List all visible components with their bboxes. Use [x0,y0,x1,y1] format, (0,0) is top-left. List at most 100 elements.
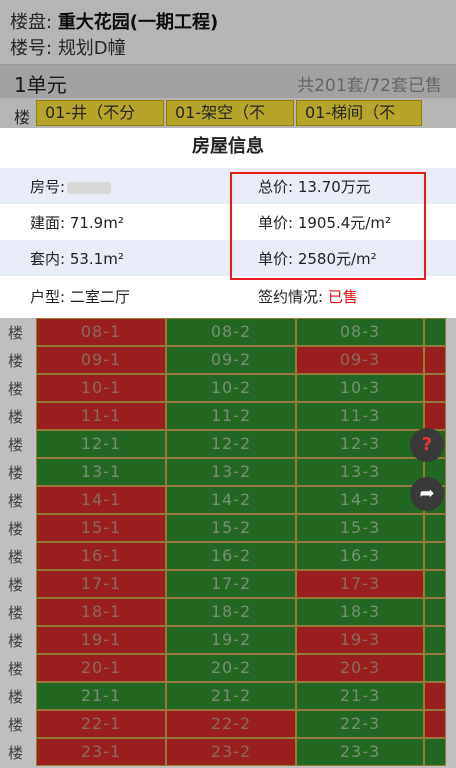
unit-cell-partial[interactable] [424,710,446,738]
unit-cell[interactable]: 22-3 [296,710,424,738]
unit-cell[interactable]: 13-2 [166,458,296,486]
unit-cell[interactable]: 14-2 [166,486,296,514]
unit-cell-partial[interactable] [424,738,446,766]
unit-cell[interactable]: 12-1 [36,430,166,458]
unit-cell[interactable]: 09-1 [36,346,166,374]
unit-cell-partial[interactable] [424,542,446,570]
unit-cell[interactable]: 14-3 [296,486,424,514]
building-name: 规划D幢 [57,38,126,59]
unit-cell-partial[interactable] [424,402,446,430]
unit-cell[interactable]: 21-2 [166,682,296,710]
floor-row: 楼 14-1 14-2 14-3 [0,486,456,514]
unit-cell[interactable]: 23-3 [296,738,424,766]
unit-cell[interactable]: 13-1 [36,458,166,486]
unit-grid: 楼 08-1 08-2 08-3 楼 09-1 09-2 09-3 楼 10-1 10-2 10-3 楼… [0,318,456,766]
floor-row: 楼 18-1 18-2 18-3 [0,598,456,626]
column-header-1[interactable]: 01-井（不分 [36,100,164,126]
unit-cell-partial[interactable] [424,570,446,598]
unit-cell[interactable]: 15-2 [166,514,296,542]
column-header-2[interactable]: 01-架空（不 [166,100,294,126]
unit-cell-partial[interactable] [424,682,446,710]
unit-cell[interactable]: 14-1 [36,486,166,514]
floor-label: 楼 [8,632,24,650]
floor-label: 楼 [8,604,24,622]
unit-cell[interactable]: 11-2 [166,402,296,430]
unit-cell[interactable]: 16-1 [36,542,166,570]
unit-cell[interactable]: 18-3 [296,598,424,626]
unit-cell[interactable]: 20-1 [36,654,166,682]
unit-cell[interactable]: 16-2 [166,542,296,570]
unit-cell[interactable]: 21-1 [36,682,166,710]
unit-cell[interactable]: 10-3 [296,374,424,402]
unit-cell[interactable]: 18-1 [36,598,166,626]
unit-bar[interactable]: 1单元 共201套/72套已售 [0,64,456,98]
floor-row: 楼 19-1 19-2 19-3 [0,626,456,654]
unit-cell[interactable]: 19-2 [166,626,296,654]
built-area: 建面: 71.9m² [30,214,124,232]
unit-cell[interactable]: 12-2 [166,430,296,458]
floor-label: 楼 [8,464,24,482]
unit-cell[interactable]: 09-3 [296,346,424,374]
floor-row: 楼 16-1 16-2 16-3 [0,542,456,570]
building-line: 楼号: 规划D幢 [10,34,126,60]
floor-column-label: 楼 [14,108,31,127]
room-number: 房号: [30,176,112,197]
question-icon: ? [421,434,433,455]
contract-status-value: 已售 [327,288,358,306]
unit-cell[interactable]: 18-2 [166,598,296,626]
unit-cell[interactable]: 19-1 [36,626,166,654]
unit-cell[interactable]: 15-1 [36,514,166,542]
unit-name[interactable]: 1单元 [14,69,67,98]
unit-cell[interactable]: 10-2 [166,374,296,402]
room-number-redacted [67,181,112,194]
unit-cell[interactable]: 16-3 [296,542,424,570]
unit-cell[interactable]: 23-2 [166,738,296,766]
column-header-3[interactable]: 01-梯间（不 [296,100,422,126]
unit-cell[interactable]: 21-3 [296,682,424,710]
unit-cell[interactable]: 23-1 [36,738,166,766]
unit-cell[interactable]: 17-3 [296,570,424,598]
unit-cell[interactable]: 09-2 [166,346,296,374]
unit-cell[interactable]: 20-3 [296,654,424,682]
dialog-title: 房屋信息 [192,136,264,157]
floor-label: 楼 [8,324,24,342]
unit-cell[interactable]: 10-1 [36,374,166,402]
floor-label: 楼 [8,744,24,762]
help-button[interactable]: ? [410,428,444,462]
room-label: 房号: [30,178,66,196]
floor-row: 楼 09-1 09-2 09-3 [0,346,456,374]
unit-cell[interactable]: 11-3 [296,402,424,430]
unit-cell[interactable]: 22-2 [166,710,296,738]
floor-row: 楼 08-1 08-2 08-3 [0,318,456,346]
floor-row: 楼 10-1 10-2 10-3 [0,374,456,402]
house-layout: 户型: 二室二厅 [30,288,130,306]
building-label: 楼号: [10,38,53,59]
unit-cell[interactable]: 19-3 [296,626,424,654]
unit-cell-partial[interactable] [424,654,446,682]
unit-cell-partial[interactable] [424,626,446,654]
unit-cell[interactable]: 22-1 [36,710,166,738]
share-arrow-icon: ➦ [419,483,435,504]
floor-label: 楼 [8,688,24,706]
unit-cell[interactable]: 08-3 [296,318,424,346]
floor-label: 楼 [8,380,24,398]
unit-cell[interactable]: 20-2 [166,654,296,682]
unit-cell[interactable]: 15-3 [296,514,424,542]
project-header: 楼盘: 重大花园(一期工程) 楼号: 规划D幢 [0,0,456,64]
unit-cell-partial[interactable] [424,598,446,626]
unit-cell-partial[interactable] [424,346,446,374]
unit-cell[interactable]: 11-1 [36,402,166,430]
share-button[interactable]: ➦ [410,477,444,511]
price-highlight-box [230,172,426,280]
floor-label: 楼 [8,436,24,454]
unit-cell-partial[interactable] [424,374,446,402]
unit-cell-partial[interactable] [424,318,446,346]
unit-cell-partial[interactable] [424,514,446,542]
floor-label: 楼 [8,660,24,678]
unit-cell[interactable]: 12-3 [296,430,424,458]
unit-cell[interactable]: 17-1 [36,570,166,598]
unit-cell[interactable]: 17-2 [166,570,296,598]
unit-cell[interactable]: 13-3 [296,458,424,486]
unit-cell[interactable]: 08-2 [166,318,296,346]
unit-cell[interactable]: 08-1 [36,318,166,346]
